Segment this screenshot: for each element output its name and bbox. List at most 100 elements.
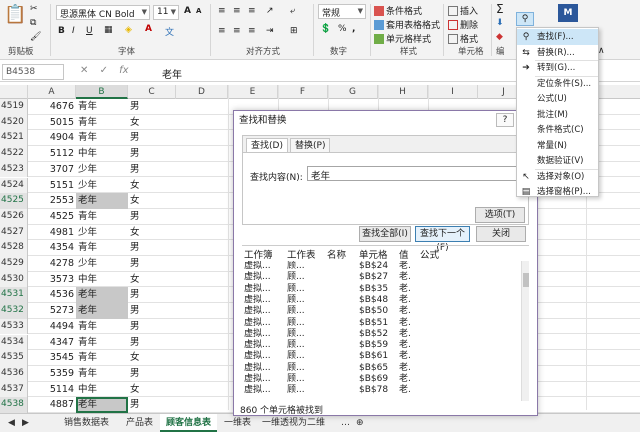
cell-c[interactable]: 男 [128, 240, 176, 256]
cell-c[interactable]: 女 [128, 193, 176, 209]
result-row[interactable]: 虚拟... 顾... $B$59 老. [242, 340, 521, 351]
cell-c[interactable]: 男 [128, 146, 176, 162]
row-header[interactable]: 4532 [0, 303, 28, 319]
close-button[interactable]: 关闭 [476, 226, 526, 242]
autosum-button[interactable]: Σ [496, 2, 504, 16]
cell-a[interactable]: 4494 [28, 319, 76, 335]
table-format-button[interactable]: 套用表格格式 [374, 18, 440, 31]
menu-item[interactable]: 公式(U) [517, 91, 598, 107]
cell-b[interactable]: 青年 [76, 350, 128, 366]
fill-icon[interactable]: ⬇ [496, 18, 504, 28]
sheet-tab[interactable]: 一维透视为二维 [256, 414, 331, 432]
fill-color-icon[interactable]: ◈ [125, 25, 132, 35]
row-header[interactable]: 4523 [0, 161, 28, 178]
insert-button[interactable]: 插入 [448, 4, 478, 17]
result-header-cell[interactable]: 值 [399, 247, 409, 261]
cell-c[interactable]: 女 [128, 225, 176, 241]
align-center-icon[interactable]: ≡ [233, 26, 241, 36]
sheet-tab[interactable]: 产品表 [120, 414, 159, 432]
cell-c[interactable]: 男 [128, 319, 176, 335]
column-header-b[interactable]: B [76, 85, 128, 99]
result-row[interactable]: 虚拟... 顾... $B$52 老. [242, 329, 521, 340]
menu-item[interactable]: 条件格式(C) [517, 122, 598, 138]
cell-a[interactable]: 4887 [28, 397, 76, 413]
cell-c[interactable]: 男 [128, 130, 176, 146]
merge-icon[interactable]: ⊞ [290, 26, 298, 36]
sheet-tab-active[interactable]: 顾客信息表 [160, 414, 218, 432]
copy-icon[interactable]: ⧉ [30, 18, 36, 28]
enter-icon[interactable]: ✓ [100, 65, 108, 76]
font-size-select[interactable]: 11 ▼ [153, 5, 179, 20]
result-header-cell[interactable]: 工作簿 [244, 247, 273, 261]
cell-c[interactable]: 女 [128, 115, 176, 131]
cell-a[interactable]: 5151 [28, 178, 76, 194]
row-header[interactable]: 4529 [0, 256, 28, 272]
row-header[interactable]: 4522 [0, 146, 28, 162]
cell-a[interactable]: 4904 [28, 130, 76, 146]
column-header-c[interactable]: C [128, 85, 176, 99]
result-row[interactable]: 虚拟... 顾... $B$78 老. [242, 385, 521, 396]
cell-a[interactable]: 2553 [28, 193, 76, 209]
help-button[interactable]: ? [496, 113, 514, 127]
result-row[interactable]: 虚拟... 顾... $B$27 老. [242, 272, 521, 283]
border-icon[interactable]: ▦ [104, 25, 113, 35]
conditional-format-button[interactable]: 条件格式 [374, 4, 422, 17]
align-top-icon[interactable]: ≡ [218, 6, 226, 16]
wrap-text-icon[interactable]: ⤶ [290, 6, 295, 16]
underline-button[interactable]: U [86, 26, 93, 36]
result-row[interactable]: 虚拟... 顾... $B$51 老. [242, 318, 521, 329]
row-header[interactable]: 4520 [0, 114, 28, 131]
cell-b[interactable]: 青年 [76, 209, 128, 225]
number-format-select[interactable]: 常规 ▼ [318, 4, 366, 19]
row-header[interactable]: 4525 [0, 193, 28, 209]
row-header[interactable]: 4524 [0, 177, 28, 194]
row-header[interactable]: 4526 [0, 208, 28, 225]
result-header-cell[interactable]: 公式 [420, 247, 439, 261]
cell-b[interactable]: 青年 [76, 115, 128, 131]
cell-a[interactable]: 5114 [28, 382, 76, 398]
row-header[interactable]: 4533 [0, 318, 28, 335]
cell-b[interactable]: 青年 [76, 366, 128, 382]
find-next-button[interactable]: 查找下一个(F) [415, 226, 470, 253]
row-header[interactable]: 4519 [0, 99, 28, 115]
result-header-cell[interactable]: 工作表 [287, 247, 316, 261]
cell-a[interactable]: 4536 [28, 287, 76, 303]
tab-scroll-right-icon[interactable]: ▶ [16, 414, 35, 432]
menu-item[interactable]: ▤ 选择窗格(P)... [517, 184, 598, 200]
menu-item[interactable]: 数据验证(V) [517, 153, 598, 169]
find-all-button[interactable]: 查找全部(I) [359, 226, 411, 242]
cut-icon[interactable]: ✂ [30, 4, 38, 14]
cell-a[interactable]: 4981 [28, 225, 76, 241]
percent-button[interactable]: % [338, 24, 347, 34]
align-bottom-icon[interactable]: ≡ [248, 6, 256, 16]
result-row[interactable]: 虚拟... 顾... $B$35 老. [242, 284, 521, 295]
cell-a[interactable]: 3545 [28, 350, 76, 366]
italic-button[interactable]: I [72, 26, 75, 36]
cell-a[interactable]: 5112 [28, 146, 76, 162]
cell-b[interactable]: 少年 [76, 162, 128, 178]
menu-item[interactable]: 常量(N) [517, 138, 598, 154]
cell-a[interactable]: 5359 [28, 366, 76, 382]
orientation-icon[interactable]: ↗ [266, 6, 274, 16]
sheet-tab[interactable]: 销售数据表 [58, 414, 115, 432]
row-header[interactable]: 4531 [0, 287, 28, 304]
cell-c[interactable]: 男 [128, 256, 176, 272]
font-name-select[interactable]: 思源黑体 CN Bold ▼ [56, 5, 150, 20]
cell-b[interactable]: 老年 [76, 193, 128, 209]
cell-c[interactable]: 女 [128, 350, 176, 366]
options-button[interactable]: 选项(T) >> [475, 207, 525, 234]
cell-a[interactable]: 4525 [28, 209, 76, 225]
menu-item[interactable]: ➔ 转到(G)... [517, 60, 598, 76]
name-box[interactable]: B4538 [2, 64, 64, 80]
column-header-h[interactable]: H [378, 85, 428, 99]
select-all-corner[interactable] [0, 85, 28, 99]
menu-item[interactable]: ⚲ 查找(F)... [517, 29, 598, 45]
cell-c[interactable]: 男 [128, 209, 176, 225]
column-header-a[interactable]: A [28, 85, 76, 99]
cell-b[interactable]: 青年 [76, 319, 128, 335]
column-header-i[interactable]: I [428, 85, 478, 99]
row-header[interactable]: 4530 [0, 271, 28, 288]
cell-c[interactable]: 男 [128, 397, 176, 413]
column-header-d[interactable]: D [176, 85, 228, 99]
tab-replace[interactable]: 替换(P) [290, 138, 331, 153]
